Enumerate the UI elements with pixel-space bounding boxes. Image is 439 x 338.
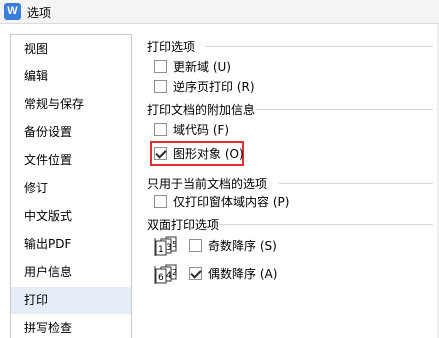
field-codes-label: 域代码 (F)	[173, 123, 230, 137]
divider	[219, 224, 433, 225]
window-title: 选项	[27, 6, 52, 20]
svg-text:3: 3	[166, 243, 172, 253]
group-title-current-doc: 只用于当前文档的选项	[147, 177, 268, 191]
update-fields-option[interactable]: 更新域 (U)	[154, 58, 231, 75]
even-pages-stack-icon: 6 4 2	[154, 264, 177, 284]
update-fields-label: 更新域 (U)	[173, 60, 231, 74]
form-data-only-checkbox[interactable]	[154, 195, 167, 208]
divider	[279, 183, 433, 184]
wps-app-icon: W	[4, 3, 21, 20]
odd-reverse-label: 奇数降序 (S)	[208, 239, 277, 253]
form-data-only-option[interactable]: 仅打印窗体域内容 (P)	[154, 193, 289, 210]
drawing-objects-label: 图形对象 (O)	[173, 147, 244, 161]
svg-text:1: 1	[158, 245, 164, 255]
svg-text:5: 5	[172, 240, 177, 249]
divider	[205, 46, 433, 47]
field-codes-option[interactable]: 域代码 (F)	[154, 121, 229, 138]
sidebar-item-revisions[interactable]: 修订	[11, 175, 131, 202]
reverse-order-checkbox[interactable]	[154, 80, 167, 93]
sidebar-item-view[interactable]: 视图	[11, 36, 131, 63]
drawing-objects-option[interactable]: 图形对象 (O)	[154, 145, 244, 162]
field-codes-checkbox[interactable]	[154, 123, 167, 136]
sidebar-item-user-info[interactable]: 用户信息	[11, 259, 131, 286]
group-title-print-options: 打印选项	[147, 40, 196, 54]
reverse-order-label: 逆序页打印 (R)	[173, 80, 255, 94]
group-title-attachments: 打印文档的附加信息	[147, 103, 256, 117]
even-reverse-checkbox[interactable]	[189, 267, 202, 280]
form-data-only-label: 仅打印窗体域内容 (P)	[173, 195, 290, 209]
print-settings-panel: 打印选项 更新域 (U) 逆序页打印 (R) 打印文档的附加信息 域代码 (F)…	[137, 24, 439, 338]
sidebar-nav-list: 视图 编辑 常规与保存 备份设置 文件位置 修订 中文版式 输出PDF 用户信息…	[10, 34, 132, 338]
title-bar: W 选项	[0, 0, 439, 24]
svg-text:2: 2	[172, 268, 177, 277]
sidebar-item-chinese-layout[interactable]: 中文版式	[11, 203, 131, 230]
svg-text:6: 6	[158, 273, 164, 283]
update-fields-checkbox[interactable]	[154, 60, 167, 73]
sidebar-item-spellcheck[interactable]: 拼写检查	[11, 315, 131, 338]
sidebar-item-print[interactable]: 打印	[11, 287, 131, 314]
sidebar-item-file-locations[interactable]: 文件位置	[11, 147, 131, 174]
sidebar: 视图 编辑 常规与保存 备份设置 文件位置 修订 中文版式 输出PDF 用户信息…	[0, 24, 137, 338]
drawing-objects-checkbox[interactable]	[154, 147, 167, 160]
sidebar-item-export-pdf[interactable]: 输出PDF	[11, 231, 131, 258]
group-title-duplex: 双面打印选项	[147, 218, 220, 232]
sidebar-item-backup[interactable]: 备份设置	[11, 119, 131, 146]
odd-pages-stack-icon: 1 3 5	[154, 236, 177, 256]
sidebar-item-general-save[interactable]: 常规与保存	[11, 91, 131, 118]
even-reverse-option[interactable]: 偶数降序 (A)	[189, 265, 277, 282]
even-reverse-label: 偶数降序 (A)	[208, 267, 278, 281]
reverse-order-option[interactable]: 逆序页打印 (R)	[154, 78, 255, 95]
odd-reverse-checkbox[interactable]	[189, 239, 202, 252]
divider	[255, 109, 433, 110]
sidebar-item-edit[interactable]: 编辑	[11, 63, 131, 90]
odd-reverse-option[interactable]: 奇数降序 (S)	[189, 237, 277, 254]
